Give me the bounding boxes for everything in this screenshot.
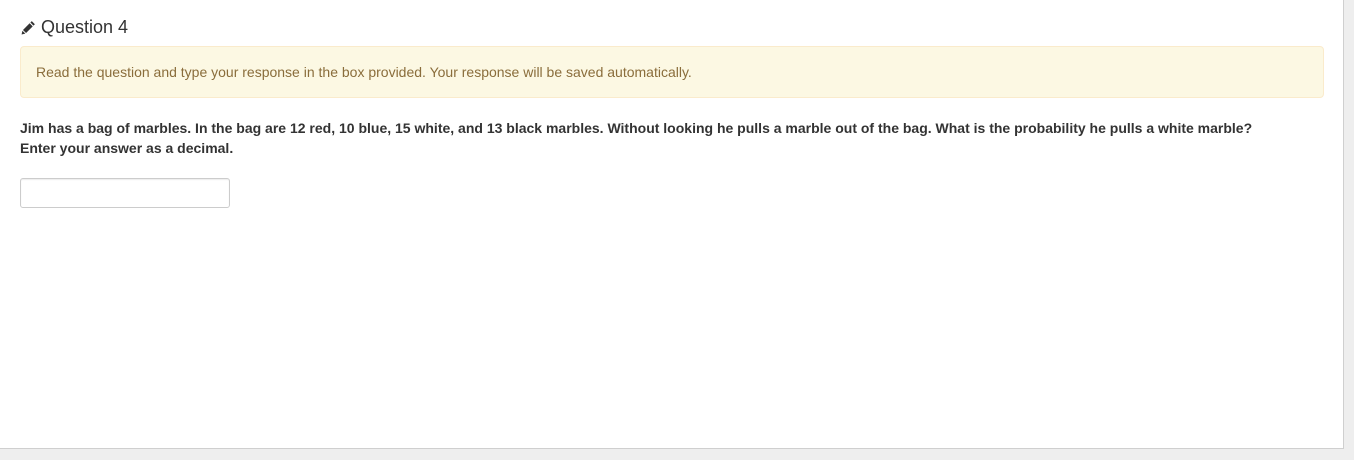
pencil-icon [20, 19, 36, 35]
question-instruction: Enter your answer as a decimal. [20, 140, 234, 156]
question-title: Question 4 [41, 17, 129, 37]
question-text: Jim has a bag of marbles. In the bag are… [20, 120, 1253, 136]
question-header: Question 4 [20, 15, 128, 39]
answer-input[interactable] [20, 178, 230, 208]
question-prompt: Jim has a bag of marbles. In the bag are… [20, 118, 1324, 158]
question-panel: Question 4 Read the question and type yo… [0, 0, 1344, 449]
instructions-alert: Read the question and type your response… [20, 46, 1324, 98]
instructions-text: Read the question and type your response… [36, 64, 692, 80]
